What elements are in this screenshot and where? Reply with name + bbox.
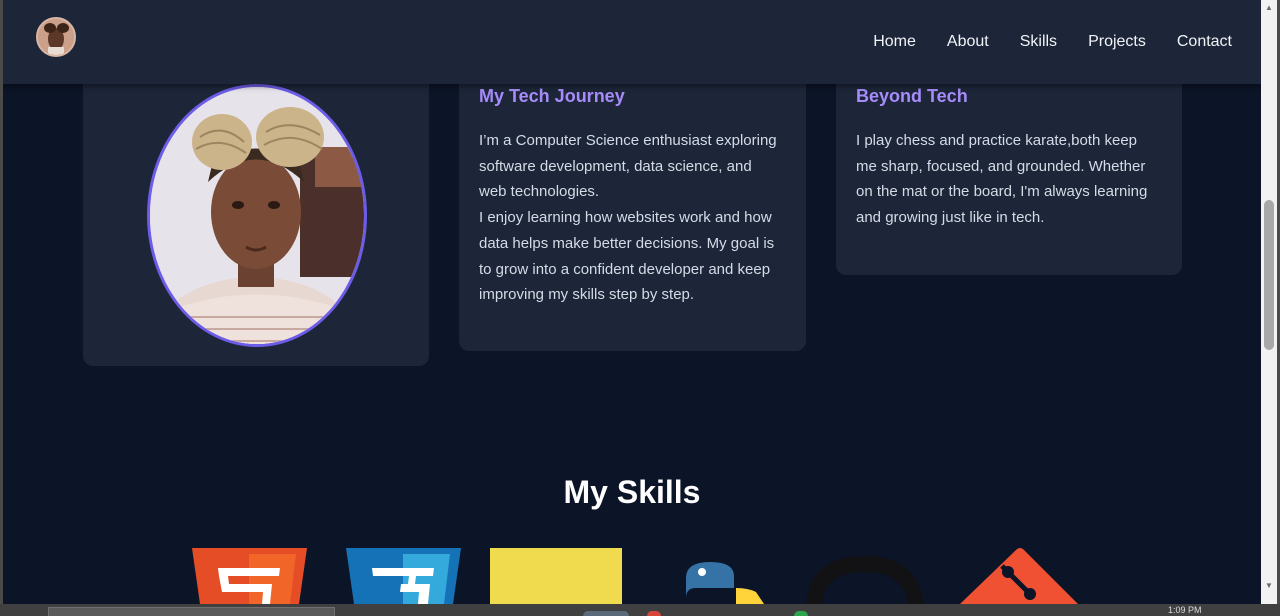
nav-contact-link[interactable]: Contact (1177, 33, 1232, 51)
taskbar-search-box[interactable] (48, 607, 335, 616)
nav-links: Home About Skills Projects Contact (873, 0, 1232, 84)
beyond-tech-title: Beyond Tech (856, 86, 968, 106)
github-icon (800, 552, 930, 604)
taskbar-app-icon[interactable] (647, 611, 661, 616)
profile-photo-card (83, 60, 429, 366)
beyond-tech-text: I play chess and practice karate,both ke… (856, 132, 1148, 227)
profile-photo (147, 84, 367, 347)
nav-home-link[interactable]: Home (873, 33, 916, 51)
tech-journey-card: My Tech Journey I’m a Computer Science e… (459, 60, 806, 351)
html5-icon (192, 548, 307, 604)
top-navbar: Home About Skills Projects Contact (3, 0, 1261, 84)
git-icon (958, 546, 1078, 604)
vertical-scrollbar[interactable]: ▲ ▼ (1261, 0, 1277, 604)
taskbar-app-icon[interactable] (583, 611, 629, 616)
os-taskbar: 1:09 PM (0, 604, 1280, 616)
taskbar-app-icon[interactable] (794, 611, 808, 616)
tech-journey-title: My Tech Journey (479, 86, 625, 106)
logo-avatar[interactable] (36, 17, 76, 57)
css3-icon (346, 548, 461, 604)
scrollbar-thumb[interactable] (1264, 200, 1274, 350)
taskbar-clock: 1:09 PM (1168, 606, 1202, 615)
beyond-tech-card: Beyond Tech I play chess and practice ka… (836, 60, 1182, 275)
nav-projects-link[interactable]: Projects (1088, 33, 1146, 51)
scroll-down-arrow-icon[interactable]: ▼ (1261, 580, 1277, 592)
nav-about-link[interactable]: About (947, 33, 989, 51)
scroll-up-arrow-icon[interactable]: ▲ (1261, 2, 1277, 14)
page-viewport: My Tech Journey I’m a Computer Science e… (3, 0, 1261, 604)
javascript-icon (490, 548, 622, 604)
nav-skills-link[interactable]: Skills (1020, 33, 1057, 51)
tech-journey-text: I’m a Computer Science enthusiast explor… (479, 132, 777, 304)
skills-heading: My Skills (563, 474, 701, 510)
python-icon (656, 558, 764, 604)
